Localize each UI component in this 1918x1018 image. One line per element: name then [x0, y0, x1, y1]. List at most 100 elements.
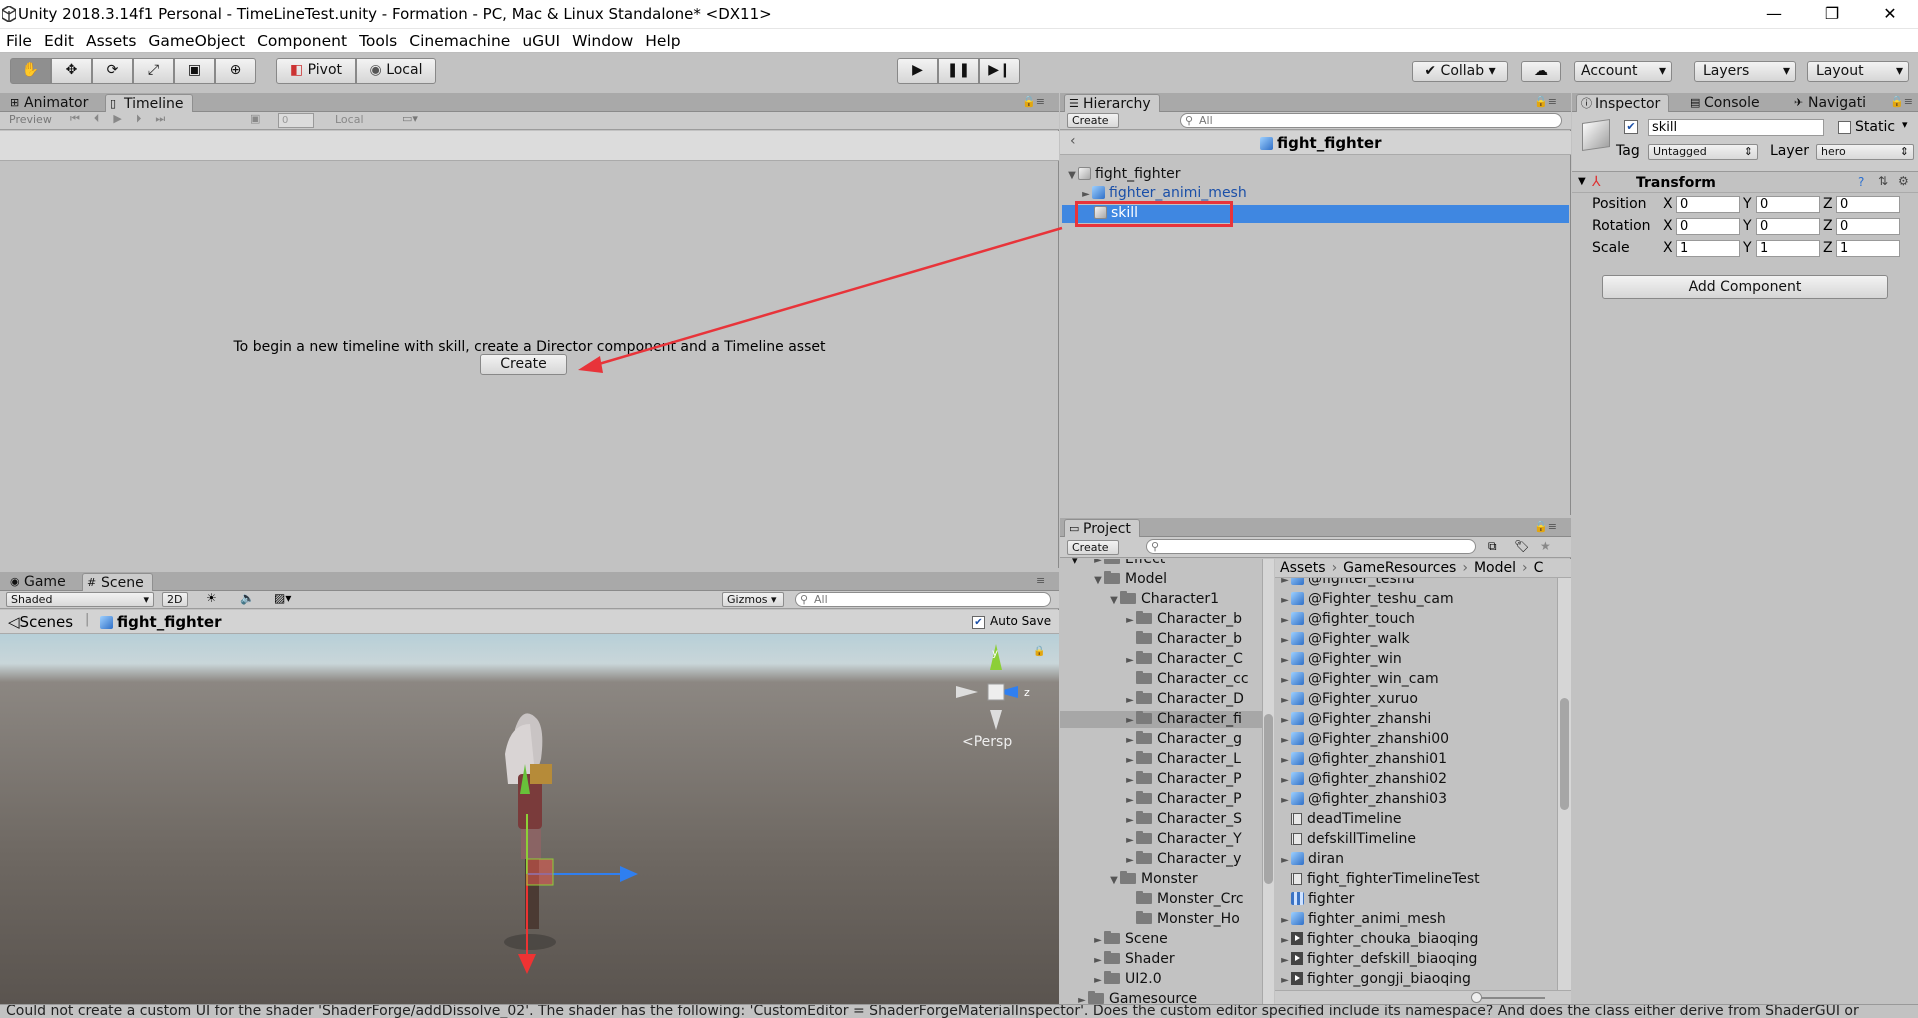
- expand-arrow-icon[interactable]: ►: [1124, 752, 1136, 769]
- asset-item[interactable]: ► @fighter_zhanshi03: [1275, 791, 1557, 808]
- minimize-button[interactable]: —: [1754, 2, 1794, 26]
- shading-mode-dropdown[interactable]: Shaded ▾: [6, 592, 154, 607]
- inspector-menu-icon[interactable]: 🔒≡: [1890, 95, 1913, 108]
- folder-item[interactable]: ► Character_C: [1060, 651, 1262, 668]
- asset-item[interactable]: ► @Fighter_zhanshi: [1275, 711, 1557, 728]
- folder-item[interactable]: ► Character_S: [1060, 811, 1262, 828]
- asset-item[interactable]: ► fighter_animi_mesh: [1275, 911, 1557, 928]
- preset-icon[interactable]: ⇅: [1878, 174, 1888, 188]
- hierarchy-create-dropdown[interactable]: Create ▾: [1067, 113, 1119, 140]
- hierarchy-menu-icon[interactable]: 🔒≡: [1534, 95, 1557, 108]
- favorite-star-icon[interactable]: ★: [1540, 539, 1551, 553]
- folder-item[interactable]: ► Character_g: [1060, 731, 1262, 748]
- hierarchy-search-input[interactable]: ⚲ All: [1180, 113, 1562, 128]
- asset-item[interactable]: ► @Fighter_teshu_cam: [1275, 591, 1557, 608]
- panel-menu-icon[interactable]: 🔒≡: [1022, 95, 1045, 108]
- menu-gameobject[interactable]: GameObject: [142, 29, 251, 50]
- tab-console[interactable]: ▤ Console: [1686, 94, 1768, 112]
- expand-arrow-icon[interactable]: ►: [1279, 652, 1291, 669]
- audio-toggle-icon[interactable]: 🔈: [240, 591, 255, 605]
- expand-arrow-icon[interactable]: ►: [1124, 852, 1136, 869]
- expand-arrow-icon[interactable]: ►: [1124, 612, 1136, 629]
- x-field[interactable]: 0: [1676, 218, 1740, 235]
- hand-tool-icon[interactable]: ✋: [10, 58, 51, 84]
- object-name-field[interactable]: skill: [1648, 119, 1824, 136]
- scene-menu-icon[interactable]: ≡: [1036, 574, 1045, 587]
- pause-button[interactable]: ❚❚: [938, 58, 979, 84]
- active-checkbox[interactable]: ✔: [1624, 120, 1638, 134]
- expand-arrow-icon[interactable]: ►: [1279, 932, 1291, 949]
- icon-size-slider-handle[interactable]: [1471, 992, 1482, 1003]
- lighting-toggle-icon[interactable]: ☀: [206, 591, 217, 605]
- prefab-breadcrumb[interactable]: fight_fighter: [100, 613, 221, 631]
- frame-field[interactable]: 0: [278, 113, 314, 128]
- asset-item[interactable]: ► @fighter_zhanshi01: [1275, 751, 1557, 768]
- tag-dropdown[interactable]: Untagged ⇕: [1648, 144, 1758, 160]
- expand-arrow-icon[interactable]: ►: [1279, 692, 1291, 709]
- y-field[interactable]: 0: [1756, 196, 1820, 213]
- expand-arrow-icon[interactable]: ►: [1124, 832, 1136, 849]
- breadcrumb-c[interactable]: C: [1534, 560, 1544, 576]
- local-toggle[interactable]: ◉ Local: [356, 58, 436, 84]
- layer-dropdown[interactable]: hero ⇕: [1816, 144, 1914, 160]
- folder-item[interactable]: ► Character_D: [1060, 691, 1262, 708]
- folder-item[interactable]: Character_b: [1060, 631, 1262, 648]
- breadcrumb-assets[interactable]: Assets: [1275, 560, 1326, 576]
- x-field[interactable]: 1: [1676, 240, 1740, 257]
- expand-arrow-icon[interactable]: ►: [1124, 812, 1136, 829]
- create-timeline-button[interactable]: Create: [480, 354, 567, 375]
- expand-arrow-icon[interactable]: ►: [1279, 632, 1291, 649]
- asset-item[interactable]: ► fighter_defskill_biaoqing: [1275, 951, 1557, 968]
- static-checkbox[interactable]: [1838, 121, 1851, 134]
- asset-item[interactable]: ► @Fighter_win: [1275, 651, 1557, 668]
- expand-arrow-icon[interactable]: ►: [1279, 578, 1291, 589]
- breadcrumb-model[interactable]: Model: [1474, 560, 1516, 576]
- transform-header[interactable]: ▼ ⅄ Transform ? ⇅ ⚙: [1572, 173, 1918, 193]
- tab-inspector[interactable]: ⓘ Inspector: [1576, 94, 1670, 112]
- expand-arrow-icon[interactable]: ►: [1076, 992, 1088, 1004]
- asset-item[interactable]: ► @fighter_zhanshi02: [1275, 771, 1557, 788]
- folder-item[interactable]: ▼ Character1: [1060, 591, 1262, 608]
- asset-item[interactable]: fight_fighterTimelineTest: [1275, 871, 1557, 888]
- asset-item[interactable]: ► @Fighter_walk: [1275, 631, 1557, 648]
- scenes-breadcrumb[interactable]: ◁Scenes: [8, 613, 73, 631]
- folder-item[interactable]: ► Character_P: [1060, 771, 1262, 788]
- collapse-arrow-icon[interactable]: ▼: [1108, 592, 1120, 609]
- maximize-button[interactable]: ❐: [1812, 2, 1852, 26]
- asset-item[interactable]: defskillTimeline: [1275, 831, 1557, 848]
- settings-gear-icon[interactable]: ⚙: [1898, 174, 1909, 188]
- z-field[interactable]: 0: [1836, 218, 1900, 235]
- asset-item[interactable]: ► @Fighter_xuruo: [1275, 691, 1557, 708]
- scene-search-input[interactable]: ⚲ All: [795, 592, 1051, 607]
- tab-timeline[interactable]: ▯ Timeline: [105, 94, 193, 112]
- expand-arrow-icon[interactable]: ►: [1279, 912, 1291, 929]
- project-search-input[interactable]: ⚲: [1146, 539, 1476, 554]
- search-by-type-icon[interactable]: ⧉: [1488, 539, 1497, 554]
- expand-arrow-icon[interactable]: ►: [1279, 852, 1291, 869]
- rotate-tool-icon[interactable]: ⟳: [92, 58, 133, 84]
- expand-arrow-icon[interactable]: ►: [1279, 672, 1291, 689]
- foldout-arrow-icon[interactable]: ▼: [1578, 176, 1586, 187]
- tab-navigation[interactable]: ✈ Navigati: [1790, 94, 1874, 112]
- project-create-dropdown[interactable]: Create ▾: [1067, 540, 1119, 567]
- folder-item[interactable]: ► Character_Y: [1060, 831, 1262, 848]
- menu-tools[interactable]: Tools: [353, 29, 403, 50]
- gizmo-lock-icon[interactable]: 🔒: [1033, 646, 1045, 657]
- expand-arrow-icon[interactable]: ►: [1092, 952, 1104, 969]
- status-bar[interactable]: Could not create a custom UI for the sha…: [0, 1004, 1918, 1018]
- move-tool-icon[interactable]: ✥: [51, 58, 92, 84]
- folder-item[interactable]: Character_cc: [1060, 671, 1262, 688]
- folder-item[interactable]: Monster_Crc: [1060, 891, 1262, 908]
- menu-help[interactable]: Help: [639, 29, 686, 50]
- menu-component[interactable]: Component: [251, 29, 353, 50]
- play-button[interactable]: ▶: [897, 58, 938, 84]
- collapse-arrow-icon[interactable]: ▼: [1066, 167, 1078, 184]
- expand-arrow-icon[interactable]: ►: [1279, 972, 1291, 989]
- expand-arrow-icon[interactable]: ►: [1124, 732, 1136, 749]
- expand-arrow-icon[interactable]: ►: [1279, 732, 1291, 749]
- preview-button[interactable]: Preview: [9, 113, 52, 126]
- scale-tool-icon[interactable]: ⤢: [133, 58, 174, 84]
- folder-item[interactable]: ► Character_L: [1060, 751, 1262, 768]
- asset-item[interactable]: ► @fighter_teshu: [1275, 578, 1557, 588]
- expand-arrow-icon[interactable]: ►: [1279, 772, 1291, 789]
